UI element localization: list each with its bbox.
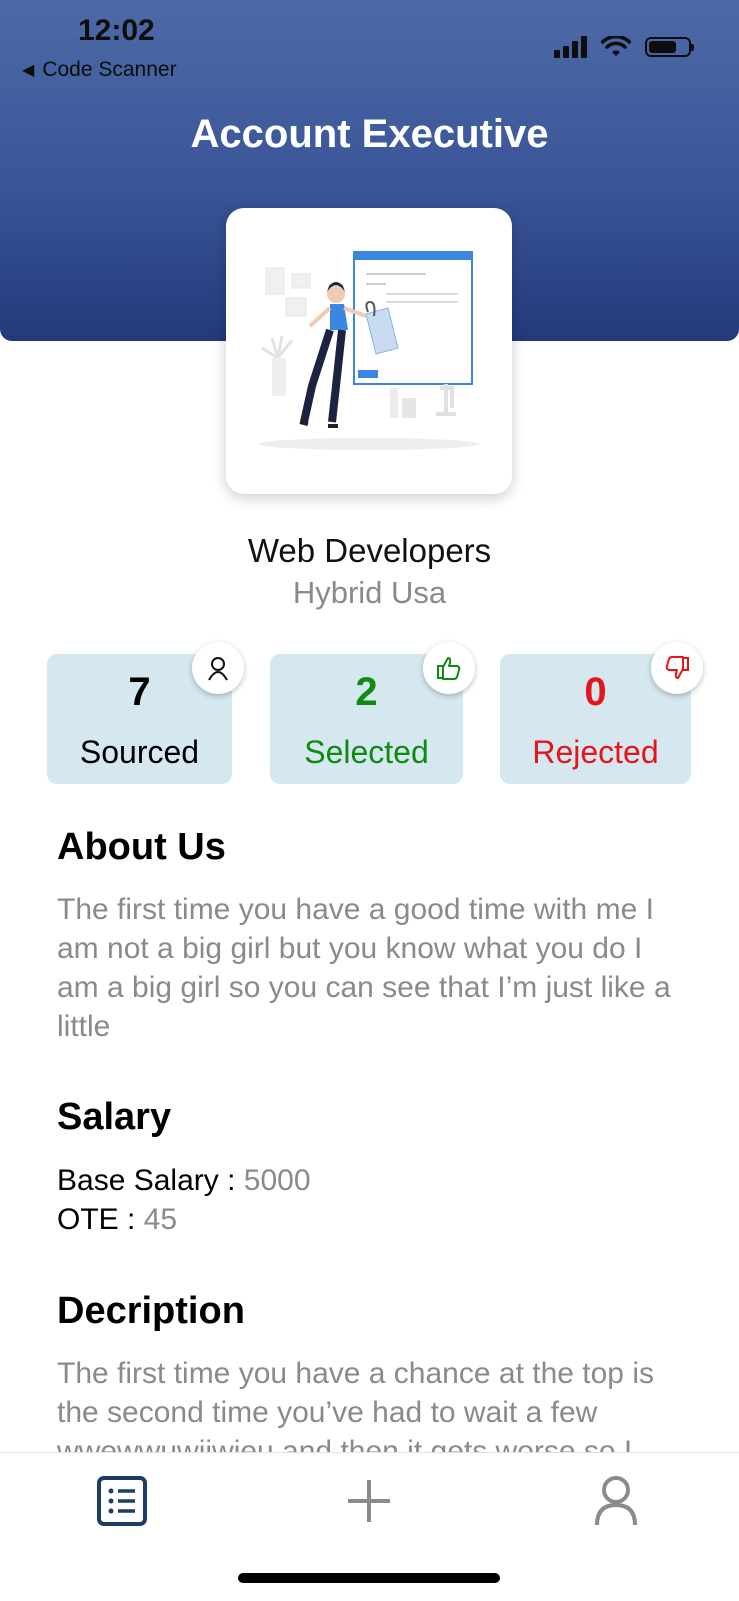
profile-icon [595, 1476, 637, 1526]
tab-add[interactable] [339, 1471, 399, 1531]
about-text: The first time you have a good time with… [57, 893, 671, 1043]
plus-icon [348, 1480, 390, 1522]
description-text: The first time you have a chance at the … [57, 1357, 654, 1452]
battery-icon [645, 37, 694, 57]
person-icon [192, 642, 244, 694]
status-time: 12:02 [78, 14, 155, 47]
email-illustration-image [259, 251, 479, 450]
wifi-icon [601, 36, 631, 56]
base-salary-value: 5000 [243, 1164, 311, 1197]
salary-title: Salary [57, 1096, 172, 1138]
base-salary-row: Base Salary : 5000 [57, 1164, 311, 1198]
description-title: Decription [57, 1290, 245, 1332]
back-triangle-icon: ◀ [22, 62, 35, 79]
stat-sourced-label: Sourced [79, 734, 200, 770]
home-indicator [238, 1573, 500, 1583]
ote-row: OTE : 45 [57, 1203, 177, 1237]
company-location: Hybrid Usa [292, 575, 447, 610]
list-icon [97, 1476, 147, 1526]
stat-sourced[interactable]: 7 Sourced [47, 642, 244, 784]
stat-rejected-label: Rejected [532, 734, 659, 770]
about-title: About Us [57, 826, 226, 868]
company-name: Web Developers [247, 532, 492, 569]
ote-label: OTE : [57, 1203, 144, 1236]
stat-selected-label: Selected [304, 734, 429, 770]
back-label: Code Scanner [42, 58, 177, 81]
job-illustration [226, 208, 512, 494]
stat-rejected[interactable]: 0 Rejected [500, 642, 703, 784]
thumbs-down-icon [651, 642, 703, 694]
page-title: Account Executive [190, 112, 549, 156]
tab-profile[interactable] [586, 1471, 646, 1531]
status-icons [554, 36, 694, 58]
thumbs-up-icon [423, 642, 475, 694]
tab-list[interactable] [92, 1471, 152, 1531]
base-salary-label: Base Salary : [57, 1164, 244, 1197]
ote-value: 45 [143, 1203, 178, 1236]
back-to-app-link[interactable]: ◀ Code Scanner [22, 58, 177, 82]
stat-selected[interactable]: 2 Selected [270, 642, 475, 784]
cellular-signal-icon [554, 36, 587, 58]
